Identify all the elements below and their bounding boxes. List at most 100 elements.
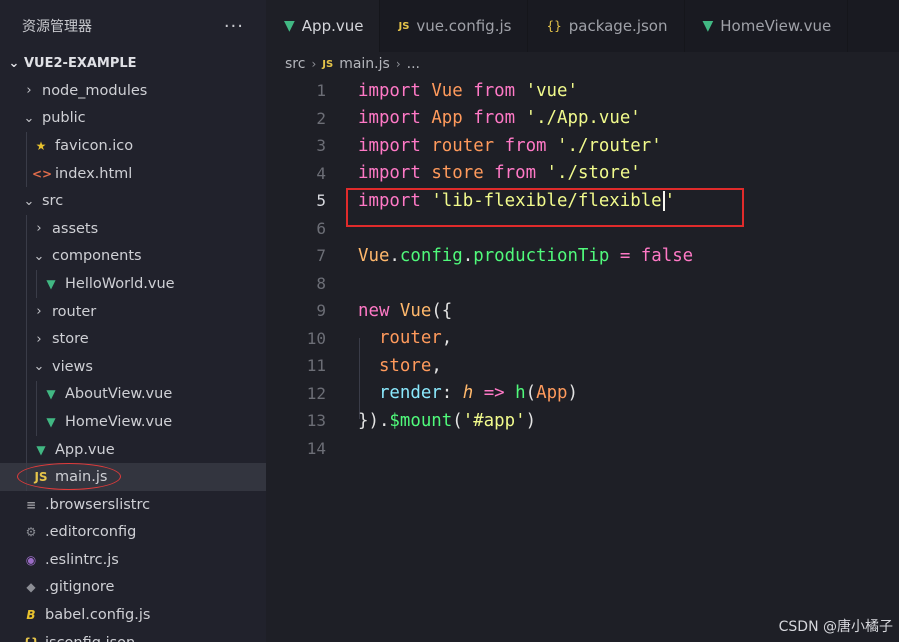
- breadcrumb-item-src[interactable]: src: [285, 56, 305, 72]
- code-token: import: [358, 108, 421, 128]
- editor-tab[interactable]: {} package.json: [528, 0, 685, 52]
- editor-tab[interactable]: ▼ HomeView.vue: [685, 0, 849, 52]
- code-line[interactable]: 12 render: h => h(App): [266, 380, 578, 407]
- chevron-right-icon: ›: [36, 331, 42, 347]
- breadcrumb-item-symbol[interactable]: ...: [407, 56, 420, 72]
- js-file-icon: JS: [398, 20, 410, 32]
- project-name: VUE2-EXAMPLE: [24, 55, 137, 71]
- code-token: from: [473, 108, 516, 128]
- code-token: 'lib-flexible/flexible: [431, 190, 662, 211]
- tree-item[interactable]: ▼ HelloWorld.vue: [0, 270, 266, 298]
- tree-item-label: .eslintrc.js: [45, 551, 119, 568]
- code-token: (: [525, 383, 537, 403]
- tree-item[interactable]: ◉ .eslintrc.js: [0, 546, 266, 574]
- explorer-header: 资源管理器 ···: [0, 0, 266, 52]
- code-line[interactable]: 14: [266, 435, 326, 462]
- code-token: import: [358, 135, 421, 156]
- tree-item[interactable]: ≡ .browserslistrc: [0, 491, 266, 519]
- tree-item[interactable]: ◆ .gitignore: [0, 574, 266, 602]
- tree-item[interactable]: › assets: [0, 214, 266, 243]
- tree-item[interactable]: ⌄ components: [0, 242, 266, 271]
- code-token: App: [536, 383, 568, 403]
- code-text: }).$mount('#app'): [358, 411, 536, 431]
- tree-item[interactable]: ⌄ views: [0, 352, 266, 381]
- git-icon: ◆: [26, 580, 36, 595]
- line-number: 3: [316, 136, 326, 155]
- code-token: false: [640, 245, 694, 266]
- code-line[interactable]: 11 store,: [266, 352, 442, 379]
- tree-item[interactable]: <> index.html: [0, 159, 266, 188]
- breadcrumb-item-file[interactable]: main.js: [339, 56, 390, 72]
- editor-tab[interactable]: ▼ App.vue: [266, 0, 381, 52]
- indent-guide: [26, 463, 27, 491]
- tab-label: HomeView.vue: [720, 17, 832, 35]
- code-line[interactable]: 9 new Vue({: [266, 297, 452, 324]
- tree-item[interactable]: {} jsconfig.json: [0, 629, 266, 642]
- indent-guide: [26, 352, 27, 381]
- tree-item-label: components: [52, 248, 142, 265]
- tree-item-label: .gitignore: [45, 579, 115, 596]
- code-line[interactable]: 1 import Vue from 'vue': [266, 77, 578, 104]
- code-line[interactable]: 7 Vue.config.productionTip = false: [266, 242, 693, 269]
- tree-item[interactable]: JS main.js: [0, 463, 266, 491]
- code-token: Vue: [431, 80, 463, 101]
- code-token: ): [567, 383, 579, 403]
- line-number: 5: [316, 191, 326, 210]
- tree-item[interactable]: › node_modules: [0, 77, 266, 105]
- chevron-right-icon: ›: [395, 57, 401, 71]
- code-token: h: [515, 383, 526, 403]
- html-file-icon: <>: [32, 166, 53, 181]
- code-token: =: [619, 245, 631, 266]
- code-line[interactable]: 6: [266, 215, 326, 242]
- tree-item[interactable]: › router: [0, 297, 266, 326]
- breadcrumb: src › JS main.js › ...: [285, 52, 420, 76]
- chevron-right-icon: ›: [36, 304, 42, 320]
- code-line[interactable]: 3 import router from './router': [266, 132, 661, 159]
- code-token: render: [378, 383, 442, 403]
- indent-guide: [26, 380, 27, 409]
- tree-item[interactable]: Bbabel.config.js: [0, 601, 266, 629]
- code-line[interactable]: 5 import 'lib-flexible/flexible ': [266, 187, 675, 214]
- code-line[interactable]: 10 router,: [266, 325, 453, 352]
- tree-item[interactable]: ▼ HomeView.vue: [0, 408, 266, 436]
- code-token: ,: [431, 355, 442, 376]
- indent-guide: [359, 338, 360, 419]
- tree-item[interactable]: ★ favicon.ico: [0, 132, 266, 160]
- tree-item[interactable]: ▼ AboutView.vue: [0, 380, 266, 409]
- project-root[interactable]: ⌄ VUE2-EXAMPLE: [0, 52, 266, 74]
- more-actions-icon[interactable]: ···: [224, 16, 244, 37]
- tree-item[interactable]: ⌄ src: [0, 187, 266, 215]
- chevron-down-icon: ⌄: [23, 110, 35, 126]
- code-line[interactable]: 2 import App from './App.vue': [266, 105, 640, 132]
- code-text: Vue.config.productionTip = false: [358, 246, 693, 266]
- tab-label: package.json: [568, 17, 668, 35]
- line-number: 10: [306, 328, 326, 348]
- tree-item[interactable]: ⚙ .editorconfig: [0, 519, 266, 547]
- tree-item[interactable]: ▼ App.vue: [0, 435, 266, 464]
- editor-tab[interactable]: JS vue.config.js: [380, 0, 529, 52]
- tree-item[interactable]: › store: [0, 325, 266, 353]
- code-editor[interactable]: 1 import Vue from 'vue' 2 import App from '…: [266, 76, 899, 642]
- code-token: './App.vue': [525, 108, 641, 128]
- vue-file-icon: ▼: [46, 276, 56, 291]
- tree-item[interactable]: ⌄ public: [0, 105, 266, 133]
- code-token: }).: [358, 410, 390, 431]
- code-line[interactable]: 8: [266, 270, 326, 297]
- js-file-icon: JS: [322, 58, 334, 70]
- indent-guide: [26, 297, 27, 326]
- indent-guide: [36, 270, 37, 298]
- code-line[interactable]: 4 import store from './store': [266, 160, 640, 187]
- vue-file-icon: ▼: [284, 18, 295, 34]
- tree-item-label: router: [52, 303, 97, 320]
- line-number: 7: [316, 246, 326, 265]
- tree-item-label: babel.config.js: [45, 607, 151, 624]
- tree-item-label: HomeView.vue: [65, 413, 173, 430]
- code-line[interactable]: 13}).$mount('#app'): [266, 407, 536, 434]
- code-token: './router': [557, 135, 662, 156]
